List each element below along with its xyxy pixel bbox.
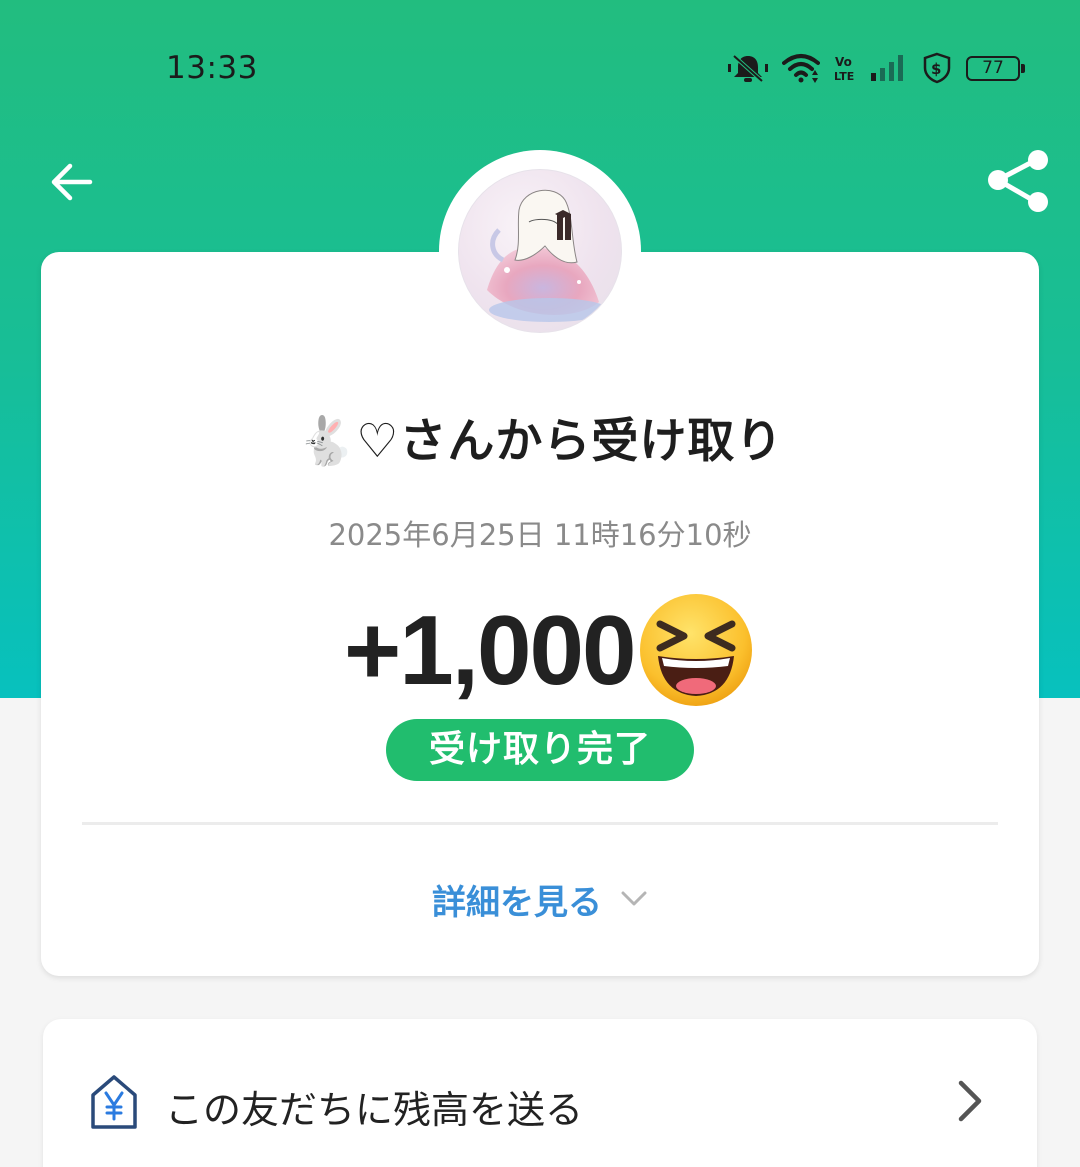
svg-text:Vo: Vo xyxy=(835,55,852,69)
chevron-down-icon xyxy=(621,891,647,906)
grinning-squinting-face-icon xyxy=(636,590,756,710)
avatar-illustration xyxy=(487,189,609,322)
svg-text:$: $ xyxy=(931,60,941,78)
security-shield-icon: $ xyxy=(923,52,951,84)
status-time: 13:33 xyxy=(166,50,258,86)
sender-avatar[interactable] xyxy=(458,169,622,333)
view-details-label: 詳細を見る xyxy=(432,882,602,923)
send-balance-label: この友だちに残高を送る xyxy=(165,1088,584,1132)
amount-row: +1,000 xyxy=(344,590,756,710)
mute-icon xyxy=(728,54,768,83)
battery-level: 77 xyxy=(982,58,1004,78)
chevron-right-icon xyxy=(958,1080,982,1122)
transaction-datetime: 2025年6月25日 11時16分10秒 xyxy=(328,518,752,552)
transaction-title: 🐇♡さんから受け取り xyxy=(296,414,784,469)
divider xyxy=(82,822,998,825)
battery-icon: 77 xyxy=(966,55,1025,81)
yen-house-icon xyxy=(91,1075,137,1129)
svg-text:LTE: LTE xyxy=(834,70,854,83)
status-badge: 受け取り完了 xyxy=(386,719,694,781)
arrow-left-icon xyxy=(51,163,93,201)
screen: 13:33 Vo LTE $ 77 🐇♡さんから受け取り 2025年6月25日 … xyxy=(0,0,1080,1167)
send-balance-button[interactable]: この友だちに残高を送る xyxy=(43,1019,1037,1167)
share-icon xyxy=(988,150,1048,212)
view-details-button[interactable]: 詳細を見る xyxy=(0,870,1080,928)
share-button[interactable] xyxy=(984,148,1052,214)
volte-icon: Vo LTE xyxy=(834,55,854,83)
signal-icon xyxy=(871,55,903,81)
status-icons: Vo LTE $ 77 xyxy=(728,50,1025,86)
back-button[interactable] xyxy=(46,156,98,208)
wifi-icon xyxy=(782,54,820,83)
transaction-amount: +1,000 xyxy=(344,594,636,705)
